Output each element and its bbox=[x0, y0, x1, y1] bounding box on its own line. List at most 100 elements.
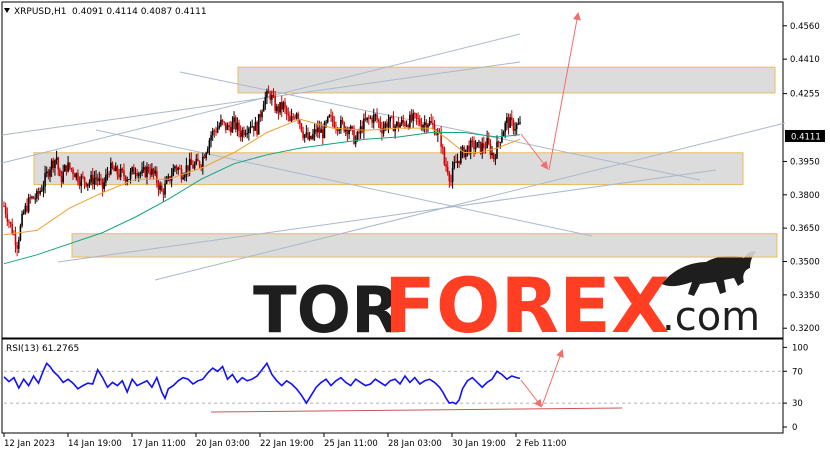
time-axis: 12 Jan 2023 14 Jan 19:00 17 Jan 11:00 20 Ja… bbox=[3, 433, 566, 449]
candle-body bbox=[496, 141, 498, 159]
candle-body bbox=[55, 157, 58, 161]
candle-body bbox=[31, 196, 33, 198]
time-tick-label: 20 Jan 03:00 bbox=[196, 439, 250, 449]
candle-body bbox=[409, 114, 411, 128]
candle-body bbox=[469, 140, 472, 154]
candle-body bbox=[487, 138, 490, 144]
candle-body bbox=[377, 119, 380, 122]
candle-body bbox=[399, 124, 401, 128]
candle-body bbox=[144, 167, 147, 177]
logo-text-com: .com bbox=[662, 294, 760, 340]
candle-body bbox=[231, 122, 234, 133]
candle-body bbox=[95, 177, 97, 179]
candle-body bbox=[497, 141, 500, 143]
candle-body bbox=[251, 126, 253, 128]
candle-body bbox=[157, 183, 160, 190]
candle-body bbox=[60, 176, 63, 183]
candle-body bbox=[149, 171, 152, 175]
candle-body bbox=[371, 117, 373, 123]
candle-body bbox=[295, 113, 298, 119]
candle-body bbox=[330, 115, 332, 116]
candle-body bbox=[397, 121, 400, 128]
candle-body bbox=[139, 173, 142, 175]
candle-body bbox=[491, 153, 493, 156]
candle-body bbox=[156, 170, 158, 184]
candle-body bbox=[49, 169, 51, 177]
candle-body bbox=[124, 176, 127, 182]
candle-body bbox=[483, 143, 485, 148]
candle-body bbox=[162, 191, 165, 195]
candle-body bbox=[195, 158, 198, 165]
candle-body bbox=[103, 182, 106, 189]
candle-body bbox=[443, 148, 446, 165]
time-tick-label: 2 Feb 11:00 bbox=[516, 439, 566, 449]
candle-body bbox=[514, 129, 516, 131]
candle-body bbox=[29, 197, 32, 199]
candle-body bbox=[298, 120, 301, 124]
candle-body bbox=[501, 136, 503, 143]
candle-body bbox=[118, 174, 120, 178]
price-tick-label: 0.3200 bbox=[790, 324, 820, 334]
candle-body bbox=[275, 106, 278, 111]
candle-body bbox=[325, 122, 327, 123]
candle-body bbox=[386, 123, 388, 128]
chart-canvas: TOR FOREX .com 0.45600.44100.42550.39500… bbox=[1, 1, 825, 449]
candle-body bbox=[111, 162, 114, 168]
price-tick-label: 0.3950 bbox=[790, 157, 820, 167]
candle-body bbox=[193, 164, 196, 169]
candle-body bbox=[464, 149, 467, 158]
candle-body bbox=[264, 97, 267, 105]
candle-body bbox=[142, 167, 145, 170]
candle-body bbox=[121, 168, 124, 171]
candle-body bbox=[374, 114, 377, 116]
candle-body bbox=[14, 234, 17, 246]
candle-body bbox=[114, 166, 117, 172]
candle-body bbox=[364, 118, 367, 121]
candle-body bbox=[236, 122, 239, 130]
candle-body bbox=[323, 122, 326, 138]
symbol-label: XRPUSD,H1 bbox=[14, 7, 66, 17]
price-tick-label: 0.4410 bbox=[790, 55, 820, 65]
candle-body bbox=[356, 131, 359, 141]
candle-body bbox=[198, 161, 201, 166]
candle-body bbox=[190, 159, 193, 165]
candle-body bbox=[456, 160, 459, 163]
candle-body bbox=[134, 173, 137, 175]
candle-body bbox=[384, 123, 387, 128]
candle-body bbox=[284, 102, 286, 108]
candle-body bbox=[405, 125, 408, 127]
candle-body bbox=[506, 117, 508, 123]
candle-body bbox=[313, 129, 316, 135]
candle-body bbox=[474, 147, 477, 150]
candle-body bbox=[478, 141, 480, 143]
candle-body bbox=[147, 166, 150, 172]
candle-body bbox=[492, 153, 495, 159]
candle-body bbox=[441, 146, 444, 149]
candle-body bbox=[137, 173, 140, 177]
time-tick-label: 30 Jan 19:00 bbox=[452, 439, 506, 449]
candle-body bbox=[128, 179, 130, 181]
price-tick-label: 0.3350 bbox=[790, 291, 820, 301]
candle-body bbox=[435, 134, 437, 136]
candle-body bbox=[141, 169, 143, 174]
candle-body bbox=[239, 131, 242, 137]
candle-body bbox=[499, 142, 502, 144]
candle-body bbox=[341, 119, 344, 123]
candle-body bbox=[414, 113, 416, 115]
candle-body bbox=[110, 162, 112, 175]
candle-body bbox=[64, 165, 66, 172]
rsi-tick-label: 100 bbox=[792, 343, 808, 353]
candle-body bbox=[458, 160, 460, 164]
candle-body bbox=[88, 182, 91, 184]
candle-body bbox=[285, 107, 288, 114]
candle-body bbox=[93, 178, 96, 185]
candle-body bbox=[451, 167, 454, 182]
candle-body bbox=[243, 129, 245, 136]
candle-body bbox=[22, 211, 25, 214]
candle-body bbox=[208, 140, 211, 149]
price-zone-1 bbox=[237, 66, 776, 94]
candle-body bbox=[82, 176, 84, 178]
candle-body bbox=[16, 245, 18, 249]
candle-body bbox=[248, 128, 250, 134]
candle-body bbox=[187, 165, 189, 171]
